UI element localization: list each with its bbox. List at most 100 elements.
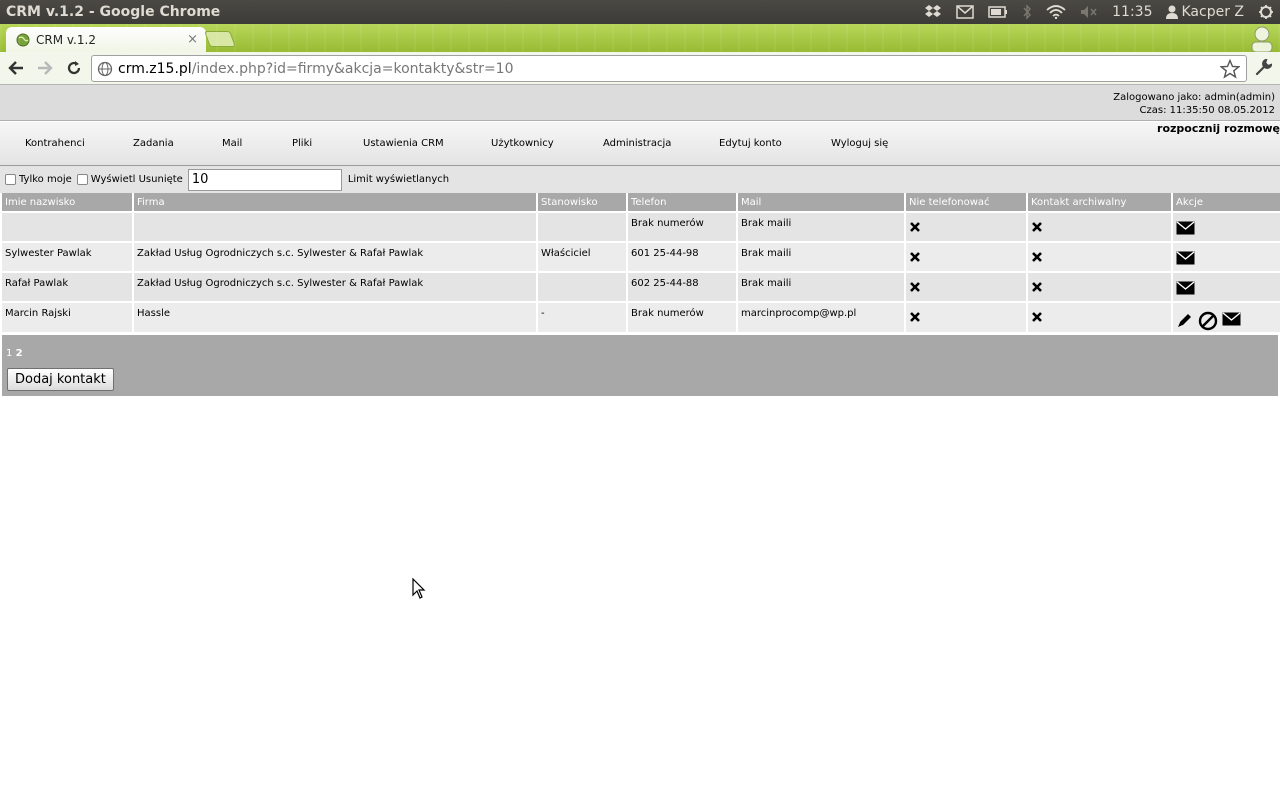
cell-company	[133, 211, 538, 242]
col-mail-header[interactable]: Mail	[737, 193, 906, 212]
cell-phone: Brak numerów	[627, 211, 738, 242]
globe-icon	[97, 61, 113, 76]
ban-icon[interactable]	[1198, 311, 1218, 331]
wifi-icon[interactable]	[1046, 5, 1066, 19]
menu-item-uzytkownicy[interactable]: Użytkownicy	[491, 138, 554, 149]
col-archive-header[interactable]: Kontakt archiwalny	[1027, 193, 1173, 212]
add-contact-button[interactable]: Dodaj kontakt	[7, 368, 114, 391]
user-name: Kacper Z	[1181, 4, 1244, 20]
col-phone-header[interactable]: Telefon	[627, 193, 738, 212]
cell-no-call	[905, 241, 1028, 272]
x-icon	[910, 282, 920, 292]
show-deleted-filter[interactable]: Wyświetl Usunięte	[76, 174, 183, 185]
user-menu[interactable]: Kacper Z	[1166, 4, 1244, 20]
tab-close-icon[interactable]: ×	[187, 32, 198, 47]
reload-icon	[67, 61, 81, 75]
cell-phone: 601 25-44-98	[627, 241, 738, 272]
envelope-icon[interactable]	[1222, 312, 1241, 326]
cell-archive	[1027, 271, 1173, 302]
cell-position: Właściciel	[537, 241, 628, 272]
cell-name: Rafał Pawlak	[2, 271, 134, 302]
only-mine-checkbox[interactable]	[5, 174, 16, 185]
power-gear-icon[interactable]	[1258, 4, 1274, 20]
volume-muted-icon[interactable]	[1080, 5, 1098, 19]
contacts-table: Imie nazwisko Firma Stanowisko Telefon M…	[2, 193, 1280, 332]
table-header-row: Imie nazwisko Firma Stanowisko Telefon M…	[2, 193, 1280, 212]
menu-item-edytuj-konto[interactable]: Edytuj konto	[719, 138, 782, 149]
menu-item-ustawienia-crm[interactable]: Ustawienia CRM	[363, 138, 444, 149]
cell-no-call	[905, 301, 1028, 332]
limit-input[interactable]: 10	[187, 168, 342, 191]
table-footer: 1 2 Dodaj kontakt	[2, 335, 1278, 396]
forward-button[interactable]	[32, 55, 58, 81]
back-button[interactable]	[3, 55, 29, 81]
envelope-icon[interactable]	[1176, 281, 1195, 295]
main-menu: Kontrahenci Zadania Mail Pliki Ustawieni…	[0, 122, 1280, 166]
col-company-header[interactable]: Firma	[133, 193, 538, 212]
table-row: Sylwester Pawlak Zakład Usług Ogrodniczy…	[2, 241, 1280, 272]
url-path: /index.php?id=firmy&akcja=kontakty&str=1…	[191, 60, 514, 77]
menu-item-pliki[interactable]: Pliki	[292, 138, 312, 149]
incognito-avatar-icon	[1251, 26, 1273, 52]
col-name-header[interactable]: Imie nazwisko	[2, 193, 134, 212]
pagination: 1 2	[6, 348, 23, 359]
cell-mail: Brak maili	[737, 211, 906, 242]
start-conversation-link[interactable]: rozpocznij rozmowę	[1157, 122, 1280, 135]
reload-button[interactable]	[61, 55, 87, 81]
window-title: CRM v.1.2 - Google Chrome	[6, 4, 221, 20]
battery-icon[interactable]	[988, 6, 1008, 18]
cell-actions	[1172, 301, 1280, 332]
mail-tray-icon[interactable]	[956, 5, 974, 19]
user-icon	[1166, 5, 1179, 19]
cell-actions	[1172, 271, 1280, 302]
cell-mail: Brak maili	[737, 241, 906, 272]
show-deleted-checkbox[interactable]	[76, 174, 88, 185]
cell-phone: 602 25-44-88	[627, 271, 738, 302]
menu-item-mail[interactable]: Mail	[222, 138, 242, 149]
cell-mail: Brak maili	[737, 271, 906, 302]
x-icon	[910, 312, 920, 322]
new-tab-button[interactable]	[204, 31, 236, 47]
envelope-icon[interactable]	[1176, 221, 1195, 235]
x-icon	[1032, 312, 1042, 322]
cell-no-call	[905, 271, 1028, 302]
table-row: Rafał Pawlak Zakład Usług Ogrodniczych s…	[2, 271, 1280, 302]
limit-label: Limit wyświetlanych	[347, 174, 450, 185]
system-tray: 11:35 Kacper Z	[924, 4, 1280, 20]
col-position-header[interactable]: Stanowisko	[537, 193, 628, 212]
filter-bar: Tylko moje Wyświetl Usunięte 10 Limit wy…	[0, 166, 1280, 193]
cell-archive	[1027, 211, 1173, 242]
x-icon	[910, 252, 920, 262]
wrench-icon[interactable]	[1254, 59, 1272, 77]
server-time-label: Czas: 11:35:50 08.05.2012	[1139, 105, 1275, 116]
bluetooth-icon[interactable]	[1022, 4, 1032, 20]
clock[interactable]: 11:35	[1112, 4, 1152, 20]
menu-item-administracja[interactable]: Administracja	[603, 138, 671, 149]
only-mine-label: Tylko moje	[19, 174, 72, 185]
cell-company: Zakład Usług Ogrodniczych s.c. Sylwester…	[133, 241, 538, 272]
logged-in-label: Zalogowano jako: admin(admin)	[1113, 92, 1275, 103]
cell-name: Sylwester Pawlak	[2, 241, 134, 272]
mouse-cursor-icon	[412, 578, 426, 599]
menu-item-wyloguj[interactable]: Wyloguj się	[831, 138, 888, 149]
menu-item-zadania[interactable]: Zadania	[133, 138, 174, 149]
browser-tab[interactable]: CRM v.1.2 ×	[6, 27, 206, 52]
tab-strip: CRM v.1.2 ×	[0, 24, 1280, 52]
menu-item-kontrahenci[interactable]: Kontrahenci	[25, 138, 85, 149]
dropbox-icon[interactable]	[924, 4, 942, 20]
cell-position	[537, 211, 628, 242]
crm-page: Zalogowano jako: admin(admin) Czas: 11:3…	[0, 85, 1280, 800]
address-bar[interactable]: crm.z15.pl/index.php?id=firmy&akcja=kont…	[91, 55, 1247, 82]
envelope-icon[interactable]	[1176, 251, 1195, 265]
cell-position: -	[537, 301, 628, 332]
pencil-icon[interactable]	[1176, 311, 1194, 329]
col-no-call-header[interactable]: Nie telefonować	[905, 193, 1028, 212]
page-link-1[interactable]: 1	[6, 348, 12, 359]
arrow-right-icon	[38, 61, 53, 75]
bookmark-star-icon[interactable]	[1220, 59, 1240, 79]
cell-actions	[1172, 211, 1280, 242]
cell-mail: marcinprocomp@wp.pl	[737, 301, 906, 332]
globe-favicon-icon	[16, 33, 30, 46]
session-info: Zalogowano jako: admin(admin) Czas: 11:3…	[0, 85, 1280, 121]
only-mine-filter[interactable]: Tylko moje	[5, 174, 72, 185]
